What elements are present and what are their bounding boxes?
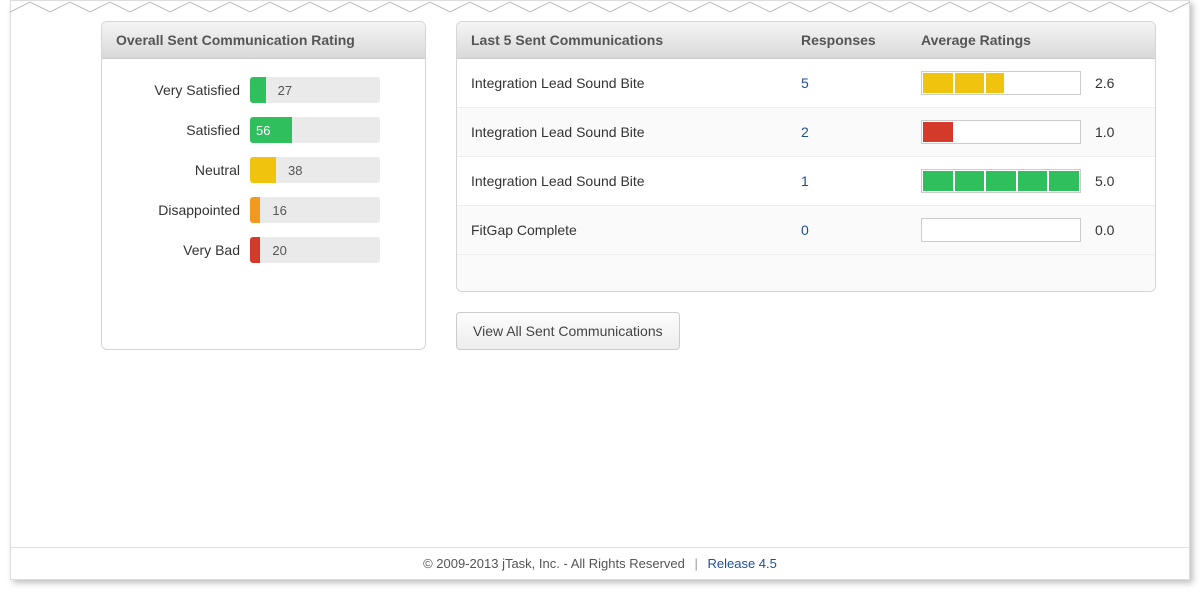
rating-value: 56 [256,117,270,143]
comm-rating-value: 5.0 [1095,173,1135,189]
comm-rating-cell: 2.6 [921,71,1141,95]
header-responses: Responses [801,32,921,48]
rating-bar [921,218,1081,242]
rating-label: Very Bad [120,242,240,258]
rating-seg [986,171,1016,191]
rating-row: Very Satisfied 27 [120,77,407,103]
comm-name: Integration Lead Sound Bite [471,173,801,189]
rating-seg [1018,73,1048,93]
rating-seg [923,220,953,240]
rating-bar [921,120,1081,144]
comm-rating-cell: 5.0 [921,169,1141,193]
rating-value: 16 [272,197,286,223]
comm-row-empty [457,255,1155,291]
rating-bar-track: 27 [250,77,380,103]
rating-seg [1018,122,1048,142]
rating-bar-track: 20 [250,237,380,263]
comm-row: Integration Lead Sound Bite2 1.0 [457,108,1155,157]
rating-bar-fill [250,157,276,183]
rating-bar-fill [250,77,266,103]
rating-row: Satisfied 56 [120,117,407,143]
footer-sep: | [694,556,697,571]
rating-seg [923,122,953,142]
comm-responses[interactable]: 5 [801,75,921,91]
rating-seg [1049,171,1079,191]
main-content: Overall Sent Communication Rating Very S… [11,1,1189,350]
rating-value: 27 [278,77,292,103]
header-avg: Average Ratings [921,32,1141,48]
rating-seg [955,171,985,191]
rating-seg [1049,220,1079,240]
comm-rating-value: 0.0 [1095,222,1135,238]
rating-label: Satisfied [120,122,240,138]
rating-label: Disappointed [120,202,240,218]
rating-bar [921,71,1081,95]
header-name: Last 5 Sent Communications [471,32,801,48]
rating-seg [923,171,953,191]
view-all-button[interactable]: View All Sent Communications [456,312,680,350]
comm-responses[interactable]: 2 [801,124,921,140]
rating-seg [986,220,1016,240]
comm-rating-value: 1.0 [1095,124,1135,140]
comm-row: Integration Lead Sound Bite1 5.0 [457,157,1155,206]
comm-rating-value: 2.6 [1095,75,1135,91]
overall-rating-panel: Overall Sent Communication Rating Very S… [101,21,426,350]
comm-row: FitGap Complete0 0.0 [457,206,1155,255]
comm-rating-cell: 0.0 [921,218,1141,242]
rating-bar-fill [250,237,260,263]
rating-seg [1018,171,1048,191]
rating-row: Neutral 38 [120,157,407,183]
rating-value: 38 [288,157,302,183]
right-column: Last 5 Sent Communications Responses Ave… [456,21,1156,350]
comm-name: Integration Lead Sound Bite [471,124,801,140]
rating-label: Very Satisfied [120,82,240,98]
rating-bar-track: 38 [250,157,380,183]
overall-rating-title: Overall Sent Communication Rating [102,22,425,59]
rating-seg [1049,122,1079,142]
rating-seg [986,73,1016,93]
rating-seg [955,122,985,142]
comm-row: Integration Lead Sound Bite5 2.6 [457,59,1155,108]
comm-responses[interactable]: 0 [801,222,921,238]
rating-seg [923,73,953,93]
rating-label: Neutral [120,162,240,178]
comm-name: FitGap Complete [471,222,801,238]
last-comms-header: Last 5 Sent Communications Responses Ave… [457,22,1155,59]
comm-responses[interactable]: 1 [801,173,921,189]
comm-rating-cell: 1.0 [921,120,1141,144]
footer-copyright: © 2009-2013 jTask, Inc. - All Rights Res… [423,556,685,571]
rating-seg [955,73,985,93]
rating-seg [1018,220,1048,240]
rating-bar-track: 16 [250,197,380,223]
overall-rating-body: Very Satisfied 27 Satisfied 56 Neutral 38 Disa… [102,59,425,285]
footer: © 2009-2013 jTask, Inc. - All Rights Res… [11,547,1189,579]
rating-bar [921,169,1081,193]
rating-value: 20 [272,237,286,263]
last-comms-panel: Last 5 Sent Communications Responses Ave… [456,21,1156,292]
rating-bar-track: 56 [250,117,380,143]
rating-bar-fill [250,197,260,223]
rating-row: Very Bad 20 [120,237,407,263]
rating-row: Disappointed 16 [120,197,407,223]
comm-name: Integration Lead Sound Bite [471,75,801,91]
footer-release-link[interactable]: Release 4.5 [708,556,777,571]
rating-seg [1049,73,1079,93]
rating-seg [955,220,985,240]
last-comms-body: Integration Lead Sound Bite52.6Integrati… [457,59,1155,291]
rating-seg [986,122,1016,142]
